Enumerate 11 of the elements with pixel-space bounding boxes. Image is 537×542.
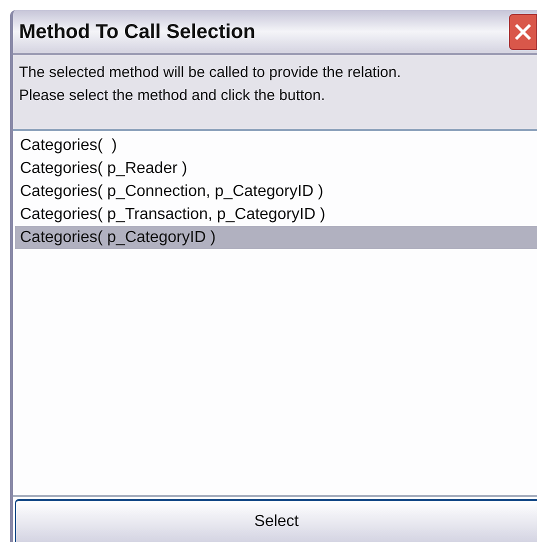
method-item[interactable]: Categories( p_Transaction, p_CategoryID ) <box>15 203 537 226</box>
method-item[interactable]: Categories( p_Reader ) <box>15 157 537 180</box>
select-button[interactable]: Select <box>15 499 537 542</box>
window-title: Method To Call Selection <box>18 20 256 44</box>
method-item[interactable]: Categories( ) <box>15 134 537 157</box>
method-item[interactable]: Categories( p_CategoryID ) <box>15 226 537 249</box>
close-button[interactable] <box>509 14 537 50</box>
close-icon <box>513 22 533 42</box>
method-item[interactable]: Categories( p_Connection, p_CategoryID ) <box>15 180 537 203</box>
instruction-text: The selected method will be called to provide the relation. <box>19 63 402 83</box>
instruction-text: Please select the method and click the button. <box>19 86 326 106</box>
